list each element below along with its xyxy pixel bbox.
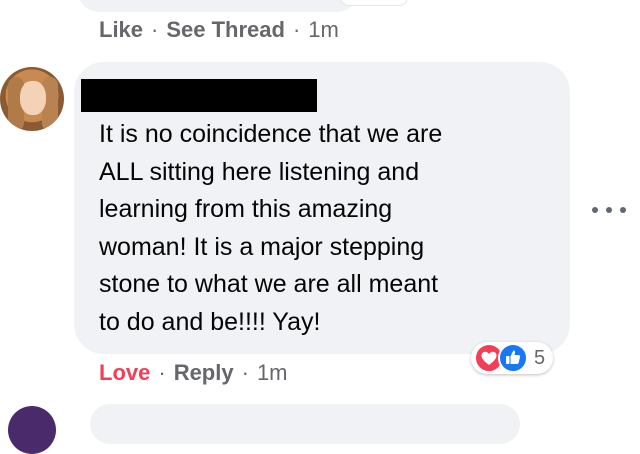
comment-text-line: It is no coincidence that we are bbox=[99, 120, 443, 148]
previous-comment-actions: Like · See Thread · 1m bbox=[99, 15, 339, 45]
reaction-count: 5 bbox=[534, 346, 546, 369]
separator: · bbox=[241, 360, 249, 385]
comment-text-line: to do and be!!!! Yay! bbox=[99, 307, 321, 336]
see-thread-link[interactable]: See Thread bbox=[166, 17, 285, 43]
comment-text: It is no coincidence that we are ALL sit… bbox=[99, 116, 549, 341]
separator: · bbox=[151, 17, 159, 42]
love-reaction-link[interactable]: Love bbox=[99, 360, 150, 386]
reactions-summary[interactable]: 5 bbox=[471, 342, 554, 374]
separator: · bbox=[158, 360, 166, 385]
reply-link[interactable]: Reply bbox=[174, 360, 234, 386]
like-link[interactable]: Like bbox=[99, 17, 143, 43]
avatar[interactable] bbox=[0, 67, 64, 131]
comment-text-line: ALL sitting here listening and bbox=[99, 157, 420, 186]
comment-timestamp[interactable]: 1m bbox=[257, 360, 288, 386]
more-options-icon[interactable] bbox=[592, 198, 626, 222]
next-comment-bubble bbox=[90, 404, 520, 444]
redacted-author-name[interactable] bbox=[81, 79, 317, 112]
comment-text-line: stone to what we are all meant bbox=[99, 270, 439, 298]
dot bbox=[606, 207, 612, 213]
dot bbox=[620, 207, 626, 213]
separator: · bbox=[292, 17, 301, 42]
dot bbox=[592, 207, 598, 213]
comment-text-line: woman! It is a major stepping bbox=[99, 232, 425, 261]
next-comment-avatar[interactable] bbox=[8, 406, 56, 454]
comment-timestamp[interactable]: 1m bbox=[308, 17, 339, 43]
comment-text-line: learning from this amazing bbox=[99, 195, 393, 223]
previous-reaction-pill bbox=[340, 0, 408, 6]
avatar-face bbox=[20, 81, 46, 115]
like-icon bbox=[498, 343, 528, 373]
previous-comment-bubble bbox=[78, 0, 358, 12]
comment-actions: Love · Reply · 1m bbox=[99, 358, 288, 388]
